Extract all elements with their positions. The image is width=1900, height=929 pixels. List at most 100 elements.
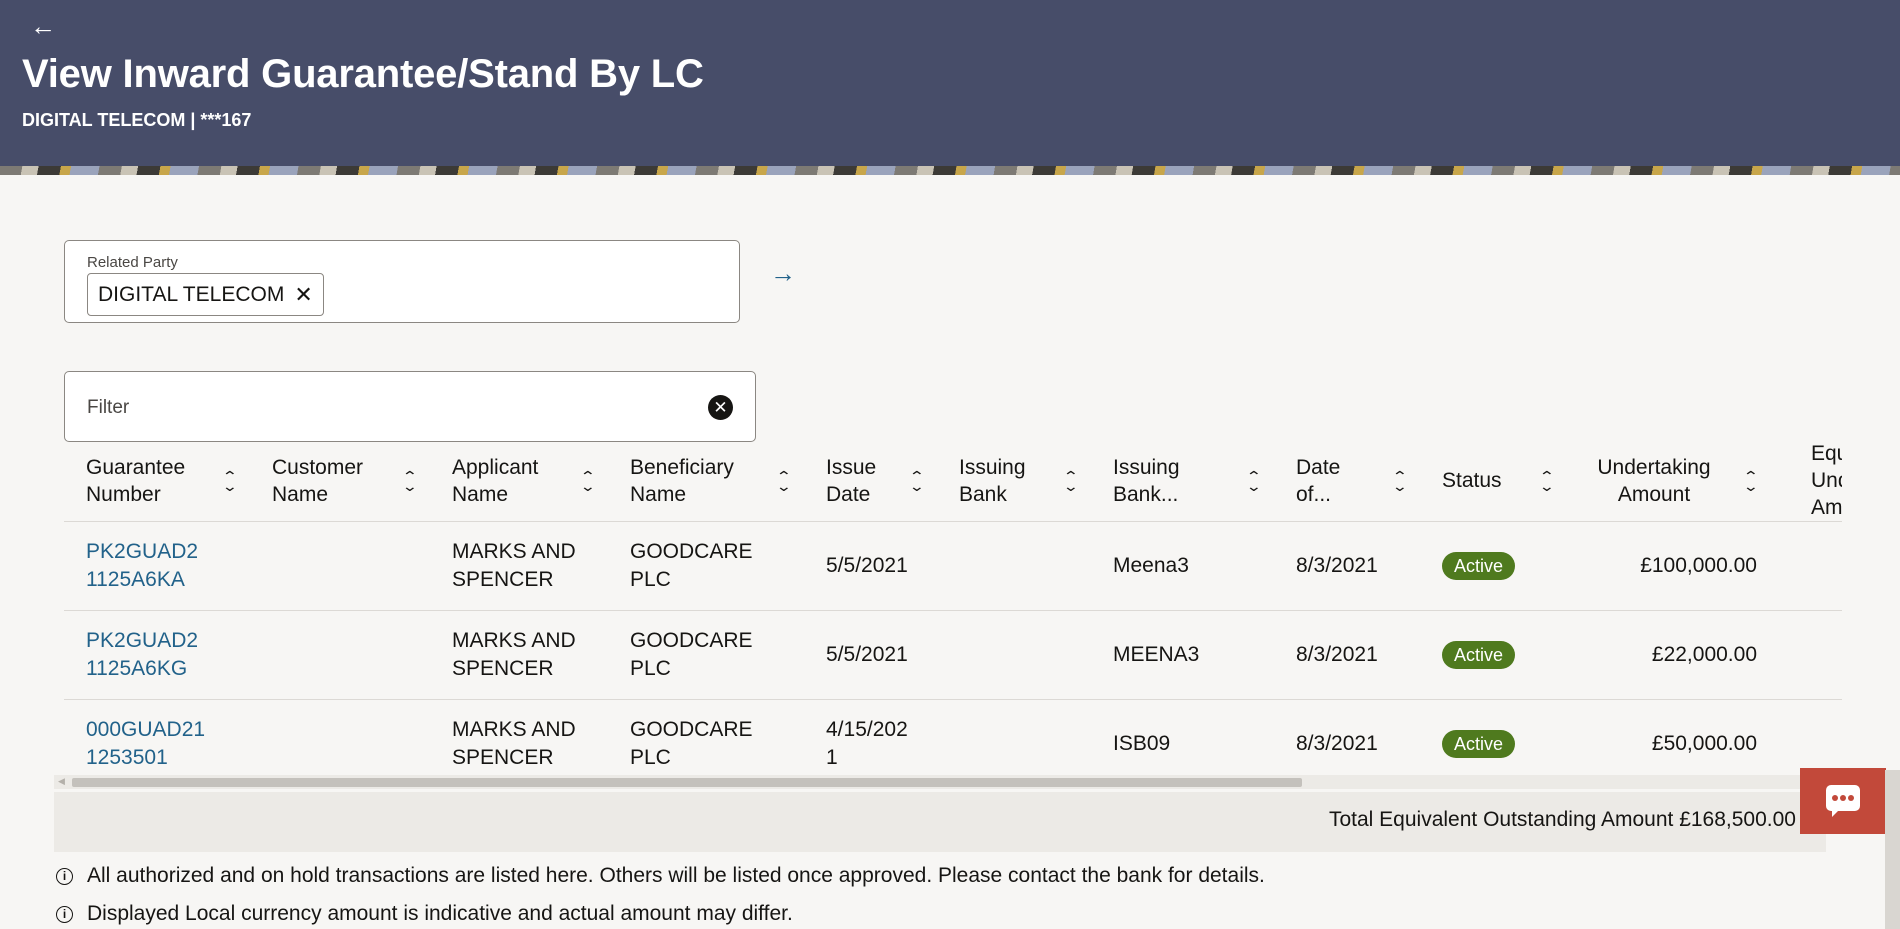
table-cell: £50,000.00 [1567, 699, 1767, 773]
chat-icon [1826, 785, 1860, 817]
page-subtitle: DIGITAL TELECOM | ***167 [22, 110, 252, 130]
table-cell: £22,000.00 [1567, 610, 1767, 700]
column-label: Equivalent Undertaking Amount [1811, 442, 1842, 519]
column-label: Undertaking Amount [1597, 455, 1711, 506]
table-cell: 5/5/2021 [804, 521, 937, 611]
table-cell: 8/3/2021 [1274, 610, 1420, 700]
sort-up-down-icon[interactable]: ⌃ ⌄ [580, 469, 596, 493]
table-cell: 5/5/2021 [804, 610, 937, 700]
clear-circle-icon[interactable]: ✕ [708, 395, 733, 420]
column-header-equivalent-amount[interactable]: Equivalent Undertaking Amount [1767, 440, 1842, 522]
undertaking-amount-cell: £22,000.00 [1651, 643, 1757, 666]
table-cell: MARKS AND SPENCER [430, 610, 608, 700]
info-icon: i [56, 867, 73, 885]
table-cell: Active [1420, 610, 1567, 700]
table-cell [250, 699, 430, 773]
beneficiary-name-cell: GOODCARE PLC [630, 629, 753, 680]
table-cell: 4/15/2021 [804, 699, 937, 773]
guarantee-number-link[interactable]: PK2GUAD21125A6KA [86, 538, 206, 594]
filter-input[interactable] [87, 394, 647, 422]
column-header-issue-date[interactable]: Issue Date ⌃ ⌄ [804, 440, 937, 522]
table-cell [937, 699, 1091, 773]
info-note-text: Displayed Local currency amount is indic… [87, 902, 793, 925]
page-vertical-scrollbar[interactable] [1885, 770, 1900, 929]
total-outstanding-bar: Total Equivalent Outstanding Amount £168… [54, 792, 1826, 852]
table-cell [1767, 610, 1842, 700]
sort-up-down-icon[interactable]: ⌃ ⌄ [222, 469, 238, 493]
sort-up-down-icon[interactable]: ⌃ ⌄ [1063, 469, 1079, 493]
applicant-name-cell: MARKS AND SPENCER [452, 718, 576, 769]
sort-up-down-icon[interactable]: ⌃ ⌄ [1743, 469, 1759, 493]
close-icon[interactable]: ✕ [294, 282, 312, 308]
sort-up-down-icon[interactable]: ⌃ ⌄ [1539, 469, 1555, 493]
beneficiary-name-cell: GOODCARE PLC [630, 718, 753, 769]
sort-up-down-icon[interactable]: ⌃ ⌄ [909, 469, 925, 493]
status-badge: Active [1442, 552, 1516, 580]
table-cell: Meena3 [1091, 521, 1274, 611]
column-header-undertaking-amount[interactable]: Undertaking Amount ⌃ ⌄ [1567, 440, 1767, 522]
undertaking-amount-cell: £100,000.00 [1640, 554, 1757, 577]
issue-date-cell: 5/5/2021 [826, 643, 908, 666]
column-header-issuing-bank-ref[interactable]: Issuing Bank... ⌃ ⌄ [1091, 440, 1274, 522]
issue-date-cell: 4/15/2021 [826, 718, 908, 769]
table-row: 000GUAD211253501 MARKS AND SPENCER GOODCAR… [64, 699, 1842, 773]
back-button[interactable]: ← [30, 12, 62, 40]
table-cell [250, 610, 430, 700]
sort-up-down-icon[interactable]: ⌃ ⌄ [776, 469, 792, 493]
table-cell: Active [1420, 699, 1567, 773]
apply-related-party-button[interactable]: → [770, 258, 796, 289]
column-header-customer-name[interactable]: Customer Name ⌃ ⌄ [250, 440, 430, 522]
date-of-cell: 8/3/2021 [1296, 554, 1378, 577]
sort-up-down-icon[interactable]: ⌃ ⌄ [1392, 469, 1408, 493]
guarantee-number-link[interactable]: PK2GUAD21125A6KG [86, 627, 206, 683]
issuing-bank-ref-cell: MEENA3 [1113, 643, 1200, 666]
guarantee-number-link[interactable]: 000GUAD211253501 [86, 716, 206, 772]
column-header-beneficiary-name[interactable]: Beneficiary Name ⌃ ⌄ [608, 440, 804, 522]
chat-button[interactable] [1800, 768, 1886, 834]
table-cell [937, 610, 1091, 700]
column-label: Issuing Bank... [1113, 455, 1180, 506]
status-badge: Active [1442, 730, 1516, 758]
scrollbar-thumb[interactable] [72, 778, 1302, 787]
column-label: Issuing Bank [959, 455, 1026, 506]
total-label: Total Equivalent Outstanding Amount [1328, 808, 1674, 831]
column-header-guarantee-number[interactable]: Guarantee Number ⌃ ⌄ [64, 440, 250, 522]
table-cell: MARKS AND SPENCER [430, 699, 608, 773]
column-label: Date of... [1296, 455, 1341, 506]
table-cell: ISB09 [1091, 699, 1274, 773]
undertaking-amount-cell: £50,000.00 [1651, 732, 1757, 755]
issue-date-cell: 5/5/2021 [826, 554, 908, 577]
info-note-1: i All authorized and on hold transaction… [56, 864, 1265, 888]
column-label: Issue Date [826, 455, 877, 506]
column-header-date-of[interactable]: Date of... ⌃ ⌄ [1274, 440, 1420, 522]
table-cell: 8/3/2021 [1274, 699, 1420, 773]
column-label: Guarantee Number [86, 455, 186, 506]
info-icon: i [56, 905, 73, 923]
info-note-2: i Displayed Local currency amount is ind… [56, 902, 793, 926]
sort-up-down-icon[interactable]: ⌃ ⌄ [1246, 469, 1262, 493]
filter-field[interactable]: ✕ [64, 371, 756, 442]
table-cell: £100,000.00 [1567, 521, 1767, 611]
table-cell: 000GUAD211253501 [64, 699, 250, 773]
issuing-bank-ref-cell: ISB09 [1113, 732, 1171, 755]
table-cell: MARKS AND SPENCER [430, 521, 608, 611]
scroll-left-arrow-icon[interactable]: ◀ [58, 776, 65, 787]
table-cell: GOODCARE PLC [608, 699, 804, 773]
column-label: Customer Name [272, 455, 364, 506]
column-header-issuing-bank[interactable]: Issuing Bank ⌃ ⌄ [937, 440, 1091, 522]
table-cell [937, 521, 1091, 611]
table-horizontal-scrollbar[interactable]: ◀ [54, 775, 1838, 789]
table-cell [250, 521, 430, 611]
info-note-text: All authorized and on hold transactions … [87, 864, 1265, 887]
column-label: Beneficiary Name [630, 455, 734, 506]
arrow-left-icon: ← [30, 11, 56, 41]
total-outstanding-text: Total Equivalent Outstanding Amount £168… [1329, 808, 1796, 832]
related-party-chip-label: DIGITAL TELECOM [98, 282, 285, 306]
related-party-field[interactable]: Related Party DIGITAL TELECOM ✕ [64, 240, 740, 323]
page-title: View Inward Guarantee/Stand By LC [22, 52, 704, 96]
column-header-status[interactable]: Status ⌃ ⌄ [1420, 440, 1567, 522]
status-badge: Active [1442, 641, 1516, 669]
sort-up-down-icon[interactable]: ⌃ ⌄ [402, 469, 418, 493]
column-header-applicant-name[interactable]: Applicant Name ⌃ ⌄ [430, 440, 608, 522]
applicant-name-cell: MARKS AND SPENCER [452, 629, 576, 680]
